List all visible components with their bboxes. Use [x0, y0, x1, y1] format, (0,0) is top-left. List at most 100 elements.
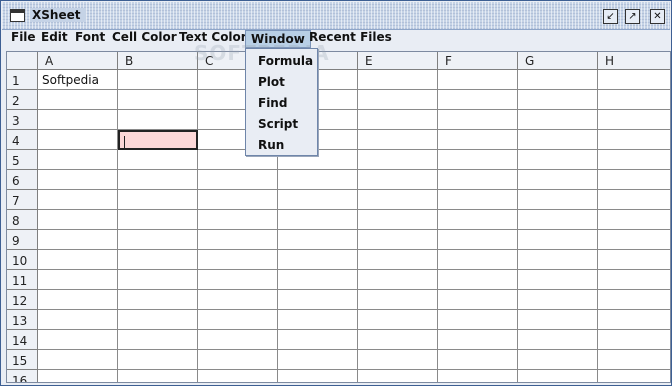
cell-e16[interactable]	[358, 370, 438, 382]
menu-cell-color[interactable]: Cell Color	[107, 30, 182, 48]
cell-e2[interactable]	[358, 90, 438, 110]
cell-h15[interactable]	[598, 350, 670, 370]
cell-e5[interactable]	[358, 150, 438, 170]
cell-h14[interactable]	[598, 330, 670, 350]
cell-a1[interactable]: Softpedia	[38, 70, 118, 90]
cell-c10[interactable]	[198, 250, 278, 270]
cell-d11[interactable]	[278, 270, 358, 290]
menu-text-color[interactable]: Text Color	[174, 30, 252, 48]
cell-h4[interactable]	[598, 130, 670, 150]
menu-window[interactable]: Window	[245, 30, 311, 48]
cell-f12[interactable]	[438, 290, 518, 310]
cell-g3[interactable]	[518, 110, 598, 130]
menu-item-find[interactable]: Find	[258, 96, 287, 110]
row-header-10[interactable]: 10	[7, 250, 38, 270]
cell-f3[interactable]	[438, 110, 518, 130]
cell-g10[interactable]	[518, 250, 598, 270]
cell-g13[interactable]	[518, 310, 598, 330]
cell-h3[interactable]	[598, 110, 670, 130]
cell-f2[interactable]	[438, 90, 518, 110]
menu-item-plot[interactable]: Plot	[258, 75, 285, 89]
cell-a5[interactable]	[38, 150, 118, 170]
cell-h6[interactable]	[598, 170, 670, 190]
cell-d6[interactable]	[278, 170, 358, 190]
cell-a2[interactable]	[38, 90, 118, 110]
cell-g12[interactable]	[518, 290, 598, 310]
cell-f6[interactable]	[438, 170, 518, 190]
cell-b7[interactable]	[118, 190, 198, 210]
cell-f9[interactable]	[438, 230, 518, 250]
cell-b15[interactable]	[118, 350, 198, 370]
menu-item-formula[interactable]: Formula	[258, 54, 313, 68]
cell-g2[interactable]	[518, 90, 598, 110]
row-header-1[interactable]: 1	[7, 70, 38, 90]
cell-h13[interactable]	[598, 310, 670, 330]
row-header-13[interactable]: 13	[7, 310, 38, 330]
cell-h12[interactable]	[598, 290, 670, 310]
cell-f11[interactable]	[438, 270, 518, 290]
title-bar[interactable]: XSheet ↙ ↗ ✕	[2, 2, 670, 30]
cell-a12[interactable]	[38, 290, 118, 310]
cell-a7[interactable]	[38, 190, 118, 210]
row-header-3[interactable]: 3	[7, 110, 38, 130]
cell-b10[interactable]	[118, 250, 198, 270]
menu-item-run[interactable]: Run	[258, 138, 284, 152]
cell-f13[interactable]	[438, 310, 518, 330]
cell-c12[interactable]	[198, 290, 278, 310]
row-header-8[interactable]: 8	[7, 210, 38, 230]
cell-h11[interactable]	[598, 270, 670, 290]
cell-b11[interactable]	[118, 270, 198, 290]
cell-e13[interactable]	[358, 310, 438, 330]
cell-c6[interactable]	[198, 170, 278, 190]
row-header-9[interactable]: 9	[7, 230, 38, 250]
cell-d16[interactable]	[278, 370, 358, 382]
cell-h1[interactable]	[598, 70, 670, 90]
cell-d7[interactable]	[278, 190, 358, 210]
cell-b2[interactable]	[118, 90, 198, 110]
cell-d12[interactable]	[278, 290, 358, 310]
cell-f10[interactable]	[438, 250, 518, 270]
cell-f1[interactable]	[438, 70, 518, 90]
cell-c14[interactable]	[198, 330, 278, 350]
cell-c8[interactable]	[198, 210, 278, 230]
minimize-button[interactable]: ↙	[603, 9, 618, 24]
row-header-7[interactable]: 7	[7, 190, 38, 210]
row-header-4[interactable]: 4	[7, 130, 38, 150]
cell-g5[interactable]	[518, 150, 598, 170]
cell-c13[interactable]	[198, 310, 278, 330]
cell-b13[interactable]	[118, 310, 198, 330]
cell-e1[interactable]	[358, 70, 438, 90]
column-header-e[interactable]: E	[358, 52, 438, 70]
cell-h9[interactable]	[598, 230, 670, 250]
cell-e15[interactable]	[358, 350, 438, 370]
cell-f4[interactable]	[438, 130, 518, 150]
row-header-2[interactable]: 2	[7, 90, 38, 110]
cell-b9[interactable]	[118, 230, 198, 250]
cell-e6[interactable]	[358, 170, 438, 190]
cell-d15[interactable]	[278, 350, 358, 370]
menu-item-script[interactable]: Script	[258, 117, 298, 131]
cell-a14[interactable]	[38, 330, 118, 350]
cell-a3[interactable]	[38, 110, 118, 130]
cell-f14[interactable]	[438, 330, 518, 350]
cell-b12[interactable]	[118, 290, 198, 310]
cell-a15[interactable]	[38, 350, 118, 370]
cell-c16[interactable]	[198, 370, 278, 382]
cell-g1[interactable]	[518, 70, 598, 90]
row-header-14[interactable]: 14	[7, 330, 38, 350]
cell-b8[interactable]	[118, 210, 198, 230]
spreadsheet-grid[interactable]: ABCDEFGH 1Softpedia234567891011121314151…	[6, 51, 671, 383]
cell-b6[interactable]	[118, 170, 198, 190]
row-header-5[interactable]: 5	[7, 150, 38, 170]
cell-e7[interactable]	[358, 190, 438, 210]
cell-f15[interactable]	[438, 350, 518, 370]
cell-d8[interactable]	[278, 210, 358, 230]
cell-b1[interactable]	[118, 70, 198, 90]
cell-a16[interactable]	[38, 370, 118, 382]
cell-d13[interactable]	[278, 310, 358, 330]
cell-f16[interactable]	[438, 370, 518, 382]
cell-c11[interactable]	[198, 270, 278, 290]
cell-d14[interactable]	[278, 330, 358, 350]
cell-e10[interactable]	[358, 250, 438, 270]
maximize-button[interactable]: ↗	[625, 9, 640, 24]
